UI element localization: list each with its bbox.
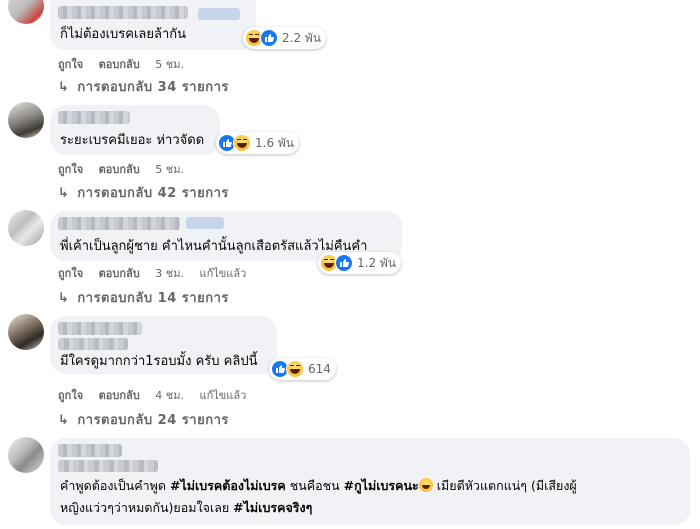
- text-segment: ชนคือชน: [285, 478, 344, 493]
- replies-label: การตอบกลับ 14 รายการ: [77, 291, 229, 306]
- hashtag-link[interactable]: #กูไม่เบรคนะ: [344, 478, 419, 493]
- replies-label: การตอบกลับ 34 รายการ: [77, 80, 229, 95]
- comment-bubble: มีใครดูมากกว่า1รอบมั้ง ครับ คลิปนี้: [50, 316, 277, 374]
- commenter-name-blurred-line2[interactable]: [58, 460, 158, 472]
- comment-text: ก็ไม่ต้องเบรคเลยล้ากัน: [60, 27, 187, 42]
- view-replies-button[interactable]: ↳ การตอบกลับ 42 รายการ: [58, 182, 229, 203]
- reaction-summary[interactable]: 1.6 พัน: [216, 132, 300, 154]
- commenter-name-blurred-2[interactable]: [186, 217, 224, 229]
- avatar[interactable]: [8, 102, 44, 138]
- commenter-name-blurred[interactable]: [58, 6, 188, 19]
- reaction-summary[interactable]: 2.2 พัน: [243, 27, 327, 49]
- comment-text: ระยะเบรคมีเยอะ ห่าวจัดด: [60, 133, 205, 148]
- reply-arrow-icon: ↳: [58, 80, 70, 95]
- reply-button[interactable]: ตอบกลับ: [99, 163, 140, 176]
- commenter-name-blurred[interactable]: [58, 217, 180, 230]
- text-segment: หญิงแว่วๆว่าหมดกัน)ยอมใจเลย: [60, 500, 234, 515]
- view-replies-button[interactable]: ↳ การตอบกลับ 34 รายการ: [58, 76, 229, 97]
- reaction-summary[interactable]: 1.2 พัน: [318, 252, 402, 274]
- haha-icon: [286, 360, 304, 378]
- replies-label: การตอบกลับ 24 รายการ: [77, 413, 229, 428]
- avatar[interactable]: [8, 0, 44, 24]
- commenter-name-blurred-2[interactable]: [198, 8, 240, 20]
- reaction-summary[interactable]: 614: [269, 358, 336, 380]
- text-segment: เมียตีหัวแตกแน่ๆ (มีเสียงผู้: [432, 478, 577, 493]
- reaction-count: 1.2 พัน: [357, 255, 397, 270]
- like-button[interactable]: ถูกใจ: [58, 163, 83, 176]
- hashtag-link[interactable]: #ไม่เบรคจริงๆ: [233, 500, 312, 515]
- reply-arrow-icon: ↳: [58, 413, 70, 428]
- replies-label: การตอบกลับ 42 รายการ: [77, 186, 229, 201]
- commenter-name-blurred[interactable]: [58, 444, 122, 457]
- hashtag-link[interactable]: #ไม่เบรคต้องไม่เบรค: [170, 478, 286, 493]
- comment-text: พี่เค้าเป็นลูกผู้ชาย คำไหนคำนั้นลูกเสือต…: [60, 239, 368, 254]
- like-icon: [335, 254, 353, 272]
- comment-actions: ถูกใจ ตอบกลับ 3 ชม. แก้ไขแล้ว: [58, 264, 258, 282]
- timestamp[interactable]: 5 ชม.: [155, 163, 184, 176]
- view-replies-button[interactable]: ↳ การตอบกลับ 24 รายการ: [58, 409, 229, 430]
- comment-bubble: ระยะเบรคมีเยอะ ห่าวจัดด: [50, 105, 220, 155]
- avatar[interactable]: [8, 314, 44, 350]
- reply-button[interactable]: ตอบกลับ: [99, 267, 140, 280]
- like-button[interactable]: ถูกใจ: [58, 58, 83, 71]
- commenter-name-blurred[interactable]: [58, 322, 142, 335]
- edited-label[interactable]: แก้ไขแล้ว: [199, 267, 246, 280]
- reaction-count: 2.2 พัน: [282, 30, 322, 45]
- comment-bubble: ก็ไม่ต้องเบรคเลยล้ากัน: [50, 0, 256, 50]
- reply-button[interactable]: ตอบกลับ: [99, 58, 140, 71]
- reply-arrow-icon: ↳: [58, 291, 70, 306]
- reply-arrow-icon: ↳: [58, 186, 70, 201]
- edited-label[interactable]: แก้ไขแล้ว: [199, 389, 246, 402]
- timestamp[interactable]: 4 ชม.: [155, 389, 184, 402]
- reply-button[interactable]: ตอบกลับ: [99, 389, 140, 402]
- like-icon: [260, 29, 278, 47]
- timestamp[interactable]: 5 ชม.: [155, 58, 184, 71]
- like-button[interactable]: ถูกใจ: [58, 389, 83, 402]
- commenter-name-blurred-line2[interactable]: [58, 338, 128, 350]
- like-button[interactable]: ถูกใจ: [58, 267, 83, 280]
- comment-text-line1: คำพูดต้องเป็นคำพูด #ไม่เบรคต้องไม่เบรค ช…: [60, 476, 577, 495]
- reaction-count: 614: [308, 362, 331, 376]
- reaction-count: 1.6 พัน: [255, 135, 295, 150]
- text-segment: คำพูดต้องเป็นคำพูด: [60, 478, 170, 493]
- comment-text-line2: หญิงแว่วๆว่าหมดกัน)ยอมใจเลย #ไม่เบรคจริง…: [60, 498, 312, 517]
- avatar[interactable]: [8, 437, 44, 473]
- comment-text: มีใครดูมากกว่า1รอบมั้ง ครับ คลิปนี้: [60, 354, 258, 369]
- comment-actions: ถูกใจ ตอบกลับ 5 ชม.: [58, 55, 196, 73]
- haha-icon: [233, 134, 251, 152]
- avatar[interactable]: [8, 210, 44, 246]
- view-replies-button[interactable]: ↳ การตอบกลับ 14 รายการ: [58, 287, 229, 308]
- commenter-name-blurred[interactable]: [58, 111, 130, 124]
- grin-emoji-icon: [418, 478, 433, 492]
- comment-bubble: คำพูดต้องเป็นคำพูด #ไม่เบรคต้องไม่เบรค ช…: [50, 438, 690, 525]
- comment-actions: ถูกใจ ตอบกลับ 4 ชม. แก้ไขแล้ว: [58, 386, 258, 404]
- comment-actions: ถูกใจ ตอบกลับ 5 ชม.: [58, 160, 196, 178]
- timestamp[interactable]: 3 ชม.: [155, 267, 184, 280]
